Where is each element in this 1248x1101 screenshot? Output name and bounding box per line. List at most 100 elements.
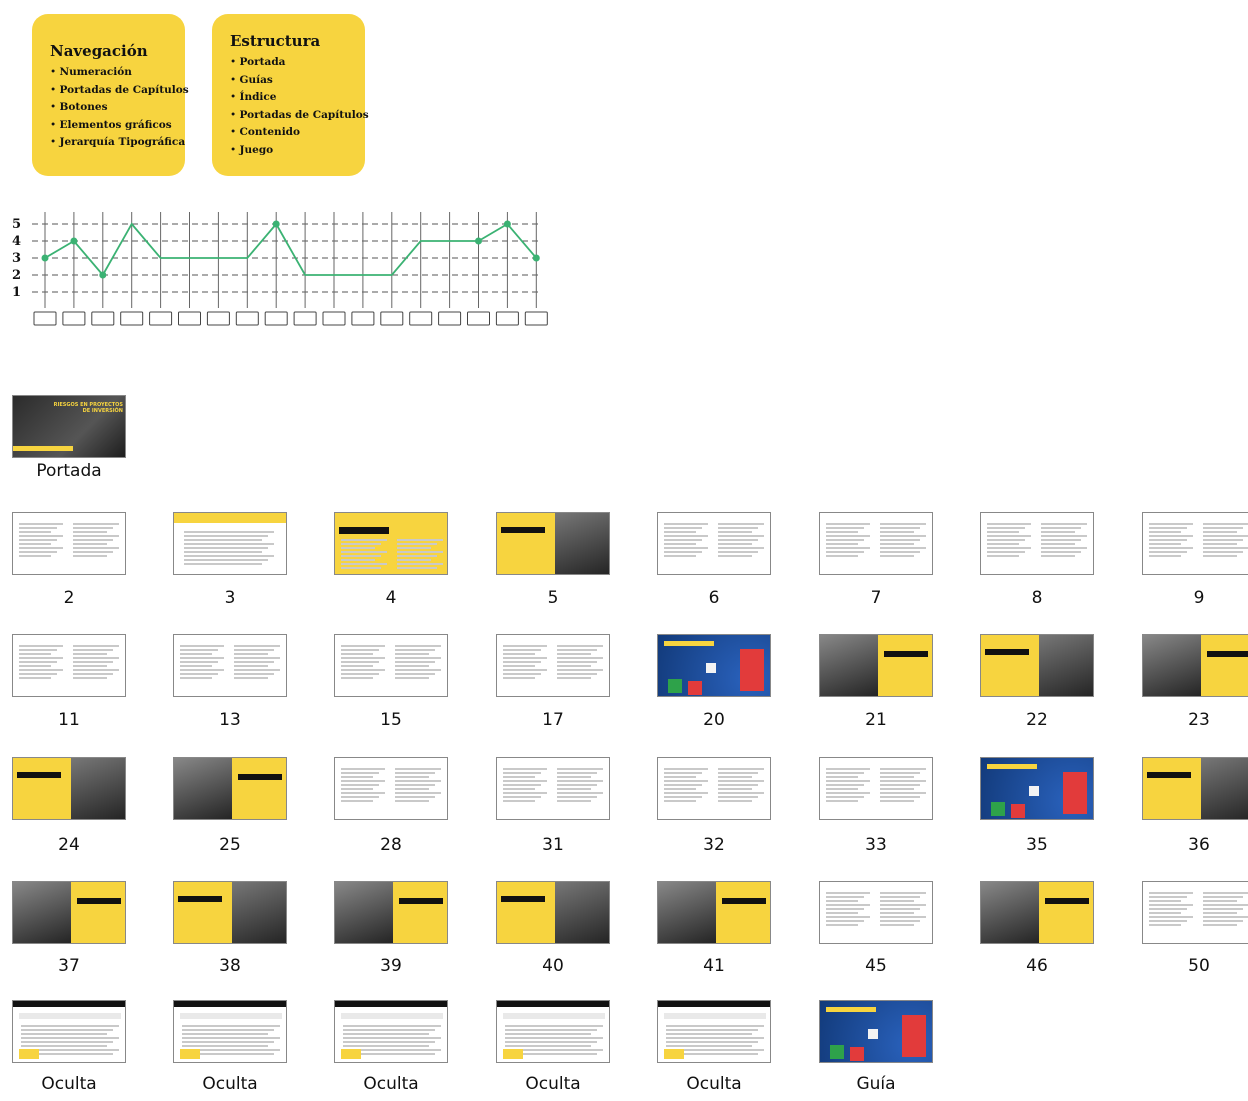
chapter-title-bar [238,774,282,780]
y-tick-label: 4 [12,234,21,249]
slide-thumbnail[interactable] [173,1000,287,1063]
text-line [341,543,381,545]
text-line [184,547,268,549]
text-line [666,1045,752,1047]
slide-thumbnail[interactable] [819,1000,933,1063]
slide-thumbnail[interactable] [334,757,448,820]
text-line [664,523,708,525]
text-line [343,1033,429,1035]
series-line [44,222,537,277]
x-slot-box [120,311,144,326]
text-line [718,535,764,537]
slide-thumbnail[interactable] [496,634,610,697]
slide-thumbnail[interactable] [819,512,933,575]
chapter-title-bar [985,649,1029,655]
text-line [19,665,51,667]
slide-thumbnail[interactable] [334,512,448,575]
chapter-title-bar [178,896,222,902]
text-line [826,896,864,898]
slide-thumbnail[interactable] [819,757,933,820]
slide-thumbnail[interactable] [12,634,126,697]
text-line [1149,543,1181,545]
slide-thumbnail[interactable] [819,634,933,697]
text-line [557,776,591,778]
text-line [826,539,864,541]
text-line [664,547,708,549]
text-line [718,784,758,786]
slide-thumbnail[interactable] [173,634,287,697]
game-title-bar [664,641,714,646]
text-line [987,523,1031,525]
text-line [826,543,858,545]
estructura-item: Portada [230,54,351,72]
slide-thumbnail[interactable] [173,881,287,944]
slide-thumbnail[interactable] [334,1000,448,1063]
slide-thumbnail[interactable] [173,512,287,575]
text-line [503,800,535,802]
text-line [1203,912,1237,914]
slide-thumbnail[interactable] [1142,512,1248,575]
text-line [341,800,373,802]
slide-label: 9 [1193,588,1205,608]
slide-thumbnail[interactable] [496,881,610,944]
text-line [341,653,373,655]
text-line [73,551,113,553]
chapter-yellow-panel [71,882,125,943]
slide-thumbnail[interactable] [980,757,1094,820]
text-line [987,547,1031,549]
text-line [73,653,107,655]
text-line [395,645,441,647]
slide-label: 33 [865,835,887,855]
navegacion-list: Numeración Portadas de Capítulos Botones… [46,64,189,152]
slide-thumbnail[interactable] [819,881,933,944]
text-line [664,780,708,782]
slide-thumbnail[interactable] [12,512,126,575]
slide-thumbnail[interactable]: RIESGOS EN PROYECTOS DE INVERSIÓN [12,395,126,458]
text-line [718,796,758,798]
slide-thumbnail[interactable] [657,512,771,575]
text-line [557,665,591,667]
text-line [343,1045,429,1047]
chapter-title-bar [1147,772,1191,778]
roulette-board [740,649,764,691]
navegacion-item: Botones [50,99,171,117]
text-line [826,555,858,557]
slide-thumbnail[interactable] [173,757,287,820]
text-line [557,772,597,774]
slide-thumbnail[interactable] [496,512,610,575]
chapter-yellow-panel [716,882,770,943]
slide-thumbnail[interactable] [657,881,771,944]
x-slot-box [322,311,346,326]
estructura-list: Portada Guías Índice Portadas de Capítul… [226,54,369,159]
text-line [1041,535,1087,537]
text-line [505,1033,591,1035]
x-slot-box [351,311,375,326]
slide-thumbnail[interactable] [1142,881,1248,944]
slide-thumbnail[interactable] [980,634,1094,697]
slide-thumbnail[interactable] [334,634,448,697]
slide-thumbnail[interactable] [657,1000,771,1063]
slide-thumbnail[interactable] [496,757,610,820]
slide-thumbnail[interactable] [496,1000,610,1063]
text-line [182,1025,280,1027]
text-line [718,547,764,549]
text-line [718,527,758,529]
slide-thumbnail[interactable] [1142,757,1248,820]
text-line [880,784,920,786]
text-line [557,677,591,679]
text-line [73,649,113,651]
text-line [1149,531,1181,533]
text-line [19,547,63,549]
slide-thumbnail[interactable] [12,1000,126,1063]
slide-thumbnail[interactable] [334,881,448,944]
slide-thumbnail[interactable] [980,881,1094,944]
slide-thumbnail[interactable] [657,634,771,697]
text-line [73,547,119,549]
slide-thumbnail[interactable] [980,512,1094,575]
slide-thumbnail[interactable] [12,757,126,820]
slide-thumbnail[interactable] [657,757,771,820]
slide-thumbnail[interactable] [12,881,126,944]
text-line [880,543,914,545]
text-line [826,780,870,782]
slide-thumbnail[interactable] [1142,634,1248,697]
